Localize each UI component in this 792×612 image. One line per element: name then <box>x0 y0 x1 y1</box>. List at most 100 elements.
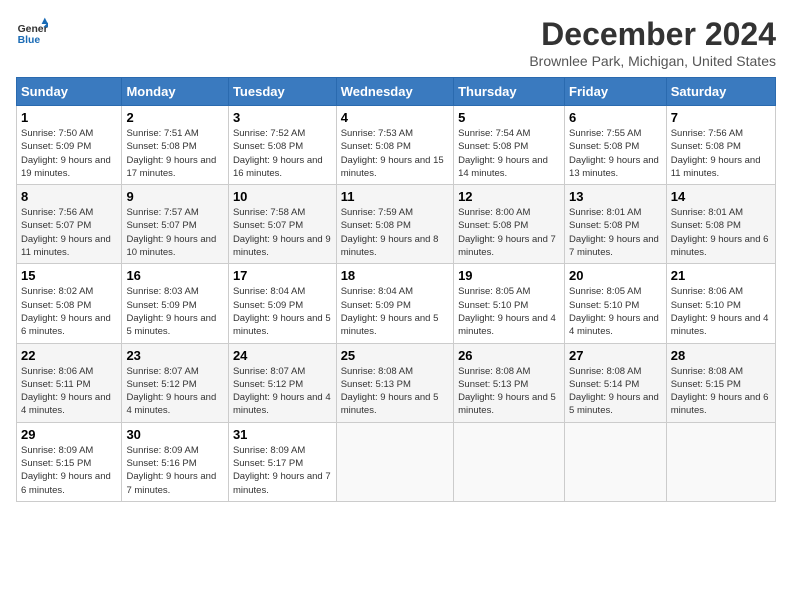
calendar-week-4: 22 Sunrise: 8:06 AMSunset: 5:11 PMDaylig… <box>17 343 776 422</box>
calendar-cell: 22 Sunrise: 8:06 AMSunset: 5:11 PMDaylig… <box>17 343 122 422</box>
day-info: Sunrise: 7:55 AMSunset: 5:08 PMDaylight:… <box>569 128 659 179</box>
day-number: 8 <box>21 189 117 204</box>
day-info: Sunrise: 7:50 AMSunset: 5:09 PMDaylight:… <box>21 128 111 179</box>
day-number: 14 <box>671 189 771 204</box>
day-info: Sunrise: 8:06 AMSunset: 5:11 PMDaylight:… <box>21 366 111 417</box>
col-header-saturday: Saturday <box>666 78 775 106</box>
day-info: Sunrise: 8:06 AMSunset: 5:10 PMDaylight:… <box>671 286 769 337</box>
day-number: 5 <box>458 110 560 125</box>
day-number: 29 <box>21 427 117 442</box>
day-number: 25 <box>341 348 449 363</box>
day-info: Sunrise: 8:08 AMSunset: 5:13 PMDaylight:… <box>458 366 556 417</box>
day-info: Sunrise: 7:52 AMSunset: 5:08 PMDaylight:… <box>233 128 323 179</box>
calendar-cell: 14 Sunrise: 8:01 AMSunset: 5:08 PMDaylig… <box>666 185 775 264</box>
col-header-tuesday: Tuesday <box>228 78 336 106</box>
calendar-cell: 23 Sunrise: 8:07 AMSunset: 5:12 PMDaylig… <box>122 343 228 422</box>
day-info: Sunrise: 8:01 AMSunset: 5:08 PMDaylight:… <box>569 207 659 258</box>
day-info: Sunrise: 7:54 AMSunset: 5:08 PMDaylight:… <box>458 128 548 179</box>
calendar-cell: 31 Sunrise: 8:09 AMSunset: 5:17 PMDaylig… <box>228 422 336 501</box>
calendar-cell <box>454 422 565 501</box>
logo-icon: General Blue <box>16 16 48 48</box>
col-header-wednesday: Wednesday <box>336 78 453 106</box>
day-number: 18 <box>341 268 449 283</box>
calendar-cell: 7 Sunrise: 7:56 AMSunset: 5:08 PMDayligh… <box>666 106 775 185</box>
calendar-cell: 16 Sunrise: 8:03 AMSunset: 5:09 PMDaylig… <box>122 264 228 343</box>
day-number: 20 <box>569 268 662 283</box>
day-info: Sunrise: 7:59 AMSunset: 5:08 PMDaylight:… <box>341 207 439 258</box>
calendar-body: 1 Sunrise: 7:50 AMSunset: 5:09 PMDayligh… <box>17 106 776 502</box>
day-number: 6 <box>569 110 662 125</box>
day-number: 22 <box>21 348 117 363</box>
day-info: Sunrise: 7:51 AMSunset: 5:08 PMDaylight:… <box>126 128 216 179</box>
page-title: December 2024 <box>529 16 776 53</box>
day-info: Sunrise: 8:03 AMSunset: 5:09 PMDaylight:… <box>126 286 216 337</box>
svg-text:Blue: Blue <box>18 35 41 46</box>
day-number: 13 <box>569 189 662 204</box>
day-number: 21 <box>671 268 771 283</box>
day-info: Sunrise: 7:56 AMSunset: 5:07 PMDaylight:… <box>21 207 111 258</box>
day-info: Sunrise: 8:04 AMSunset: 5:09 PMDaylight:… <box>341 286 439 337</box>
calendar-cell: 29 Sunrise: 8:09 AMSunset: 5:15 PMDaylig… <box>17 422 122 501</box>
calendar-header-row: SundayMondayTuesdayWednesdayThursdayFrid… <box>17 78 776 106</box>
svg-text:General: General <box>18 24 48 35</box>
calendar-cell: 11 Sunrise: 7:59 AMSunset: 5:08 PMDaylig… <box>336 185 453 264</box>
day-number: 24 <box>233 348 332 363</box>
calendar-cell: 30 Sunrise: 8:09 AMSunset: 5:16 PMDaylig… <box>122 422 228 501</box>
day-number: 31 <box>233 427 332 442</box>
col-header-thursday: Thursday <box>454 78 565 106</box>
calendar-week-5: 29 Sunrise: 8:09 AMSunset: 5:15 PMDaylig… <box>17 422 776 501</box>
calendar-cell: 28 Sunrise: 8:08 AMSunset: 5:15 PMDaylig… <box>666 343 775 422</box>
logo: General Blue <box>16 16 48 48</box>
calendar-cell <box>666 422 775 501</box>
day-info: Sunrise: 7:57 AMSunset: 5:07 PMDaylight:… <box>126 207 216 258</box>
calendar-cell: 3 Sunrise: 7:52 AMSunset: 5:08 PMDayligh… <box>228 106 336 185</box>
title-area: December 2024 Brownlee Park, Michigan, U… <box>529 16 776 69</box>
calendar-cell: 6 Sunrise: 7:55 AMSunset: 5:08 PMDayligh… <box>565 106 667 185</box>
day-number: 3 <box>233 110 332 125</box>
header: General Blue December 2024 Brownlee Park… <box>16 16 776 69</box>
calendar-cell: 4 Sunrise: 7:53 AMSunset: 5:08 PMDayligh… <box>336 106 453 185</box>
day-info: Sunrise: 8:02 AMSunset: 5:08 PMDaylight:… <box>21 286 111 337</box>
day-number: 9 <box>126 189 223 204</box>
calendar-week-1: 1 Sunrise: 7:50 AMSunset: 5:09 PMDayligh… <box>17 106 776 185</box>
calendar-week-2: 8 Sunrise: 7:56 AMSunset: 5:07 PMDayligh… <box>17 185 776 264</box>
calendar-week-3: 15 Sunrise: 8:02 AMSunset: 5:08 PMDaylig… <box>17 264 776 343</box>
day-number: 10 <box>233 189 332 204</box>
day-number: 30 <box>126 427 223 442</box>
day-number: 11 <box>341 189 449 204</box>
calendar-cell: 24 Sunrise: 8:07 AMSunset: 5:12 PMDaylig… <box>228 343 336 422</box>
calendar-cell: 18 Sunrise: 8:04 AMSunset: 5:09 PMDaylig… <box>336 264 453 343</box>
day-info: Sunrise: 8:07 AMSunset: 5:12 PMDaylight:… <box>126 366 216 417</box>
day-info: Sunrise: 8:05 AMSunset: 5:10 PMDaylight:… <box>569 286 659 337</box>
day-info: Sunrise: 7:56 AMSunset: 5:08 PMDaylight:… <box>671 128 761 179</box>
day-info: Sunrise: 8:09 AMSunset: 5:16 PMDaylight:… <box>126 445 216 496</box>
day-info: Sunrise: 8:08 AMSunset: 5:15 PMDaylight:… <box>671 366 769 417</box>
calendar-cell: 10 Sunrise: 7:58 AMSunset: 5:07 PMDaylig… <box>228 185 336 264</box>
day-number: 23 <box>126 348 223 363</box>
calendar-cell <box>336 422 453 501</box>
calendar-cell: 1 Sunrise: 7:50 AMSunset: 5:09 PMDayligh… <box>17 106 122 185</box>
day-info: Sunrise: 7:58 AMSunset: 5:07 PMDaylight:… <box>233 207 331 258</box>
day-number: 15 <box>21 268 117 283</box>
day-number: 19 <box>458 268 560 283</box>
calendar-cell: 15 Sunrise: 8:02 AMSunset: 5:08 PMDaylig… <box>17 264 122 343</box>
day-number: 1 <box>21 110 117 125</box>
day-number: 7 <box>671 110 771 125</box>
calendar-cell: 8 Sunrise: 7:56 AMSunset: 5:07 PMDayligh… <box>17 185 122 264</box>
day-info: Sunrise: 8:07 AMSunset: 5:12 PMDaylight:… <box>233 366 331 417</box>
day-number: 2 <box>126 110 223 125</box>
day-info: Sunrise: 8:00 AMSunset: 5:08 PMDaylight:… <box>458 207 556 258</box>
day-info: Sunrise: 8:08 AMSunset: 5:13 PMDaylight:… <box>341 366 439 417</box>
col-header-sunday: Sunday <box>17 78 122 106</box>
day-number: 4 <box>341 110 449 125</box>
day-info: Sunrise: 8:01 AMSunset: 5:08 PMDaylight:… <box>671 207 769 258</box>
day-number: 16 <box>126 268 223 283</box>
col-header-friday: Friday <box>565 78 667 106</box>
day-number: 26 <box>458 348 560 363</box>
calendar-cell: 26 Sunrise: 8:08 AMSunset: 5:13 PMDaylig… <box>454 343 565 422</box>
day-info: Sunrise: 8:09 AMSunset: 5:15 PMDaylight:… <box>21 445 111 496</box>
calendar-cell: 9 Sunrise: 7:57 AMSunset: 5:07 PMDayligh… <box>122 185 228 264</box>
calendar-cell: 5 Sunrise: 7:54 AMSunset: 5:08 PMDayligh… <box>454 106 565 185</box>
day-number: 17 <box>233 268 332 283</box>
day-info: Sunrise: 8:05 AMSunset: 5:10 PMDaylight:… <box>458 286 556 337</box>
